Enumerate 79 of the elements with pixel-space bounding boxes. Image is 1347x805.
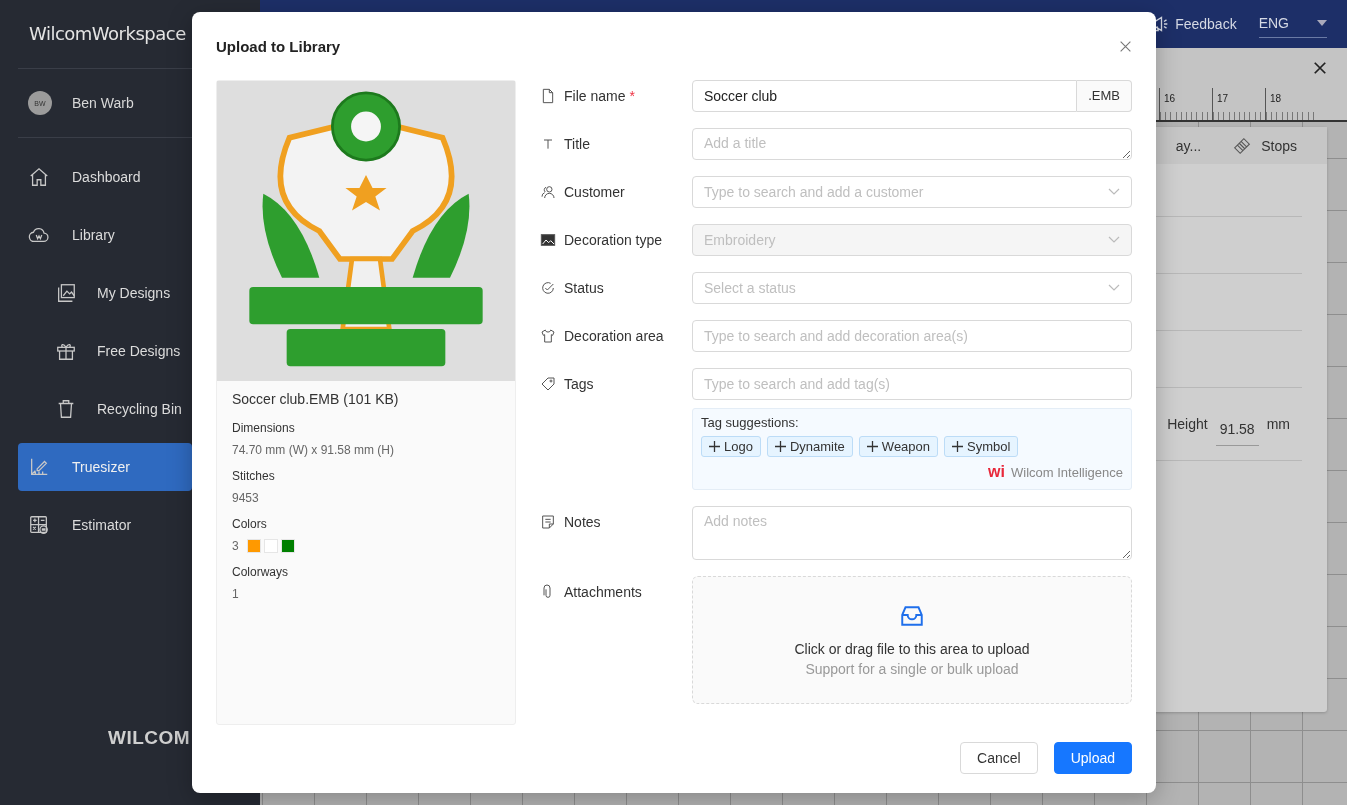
field-label: Notes — [564, 514, 601, 530]
text-area[interactable]: Add notes — [692, 506, 1132, 560]
detail-value: 3 — [232, 539, 239, 553]
tag-chip[interactable]: Logo — [701, 436, 761, 457]
check-circle-icon — [540, 280, 556, 296]
inbox-icon — [899, 603, 925, 629]
tag-chip[interactable]: Dynamite — [766, 436, 853, 457]
select-field[interactable]: Type to search and add a customer — [692, 176, 1132, 208]
required-mark: * — [629, 88, 635, 104]
nav-item[interactable]: Dashboard — [18, 153, 192, 201]
upload-dropzone[interactable]: Click or drag file to this area to upload Support for a single or bulk upload — [692, 576, 1132, 704]
suggestions-label: Tag suggestions: — [701, 415, 800, 430]
logo-text: wi — [988, 463, 1005, 481]
plus-icon — [774, 441, 786, 452]
nav-item[interactable]: Estimator — [18, 501, 192, 549]
file-extension-label: .EMB — [1077, 80, 1132, 112]
chevron-icon — [1108, 188, 1120, 196]
detail-value: 1 — [232, 587, 239, 601]
detail-value: 74.70 mm (W) x 91.58 mm (H) — [232, 443, 395, 457]
credit-text: Wilcom Intelligence — [1011, 464, 1123, 480]
chevron-icon — [1108, 284, 1120, 292]
select-field[interactable]: Select a status — [692, 272, 1132, 304]
upload-text: Click or drag file to this area to upload — [794, 641, 1030, 657]
ruler-pencil-icon — [28, 456, 50, 478]
file-name: Soccer club.EMB (101 KB) — [232, 391, 400, 407]
dialog-button[interactable]: Cancel — [960, 742, 1038, 774]
nav-item[interactable]: Free Designs — [18, 327, 192, 375]
language-select[interactable]: ENG — [1258, 10, 1327, 38]
close-icon[interactable] — [1313, 61, 1327, 75]
input-field[interactable]: Type to search and add decoration area(s) — [692, 320, 1132, 352]
field-label: Tags — [564, 376, 594, 392]
tag-chip[interactable]: Symbol — [944, 436, 1019, 457]
field-label: Decoration type — [564, 232, 663, 248]
image-icon — [540, 232, 556, 248]
field-label: Decoration area — [564, 328, 664, 344]
height-label: Height — [1167, 416, 1208, 432]
detail-label: Dimensions — [232, 421, 296, 435]
file-icon — [540, 88, 556, 104]
detail-label: Stitches — [232, 469, 276, 483]
calculator-icon — [28, 514, 50, 536]
tag-chip[interactable]: Weapon — [858, 436, 939, 457]
detail-label: Colors — [232, 517, 268, 531]
nav-item[interactable]: My Designs — [18, 269, 192, 317]
nav-item[interactable]: Library — [18, 211, 192, 259]
field-label: Title — [564, 136, 590, 152]
shirt-icon — [540, 328, 556, 344]
panel-tab[interactable]: ay... — [1175, 137, 1202, 154]
footer-logo: WILCOM — [107, 727, 192, 749]
chevron-icon — [1108, 236, 1120, 244]
nav-item[interactable]: Truesizer — [18, 443, 192, 491]
ruler-label: 18 — [1269, 92, 1282, 104]
notes-icon — [540, 514, 556, 530]
field-label: Attachments — [564, 584, 642, 600]
nav-item[interactable]: Recycling Bin — [18, 385, 192, 433]
dialog-button[interactable]: Upload — [1053, 742, 1132, 774]
detail-value: 9453 — [232, 491, 259, 505]
upload-hint: Support for a single or bulk upload — [805, 661, 1019, 677]
plus-icon — [952, 441, 964, 452]
close-icon[interactable] — [1119, 39, 1132, 53]
field-label: Status — [564, 280, 604, 296]
ruler-label: 17 — [1216, 92, 1229, 104]
home-icon — [28, 166, 50, 188]
input-field[interactable]: Soccer club — [692, 80, 1078, 112]
user-name: Ben Warb — [72, 95, 134, 111]
images-icon — [55, 282, 77, 304]
field-label: Customer — [564, 184, 625, 200]
plus-icon — [866, 441, 878, 452]
height-value[interactable]: 91.58 — [1215, 420, 1259, 446]
panel-tab[interactable]: Stops — [1231, 134, 1297, 157]
tag-icon — [540, 376, 556, 392]
detail-label: Colorways — [232, 565, 289, 579]
field-label: File name — [564, 88, 626, 104]
caret-icon — [1317, 19, 1327, 26]
plus-icon — [709, 441, 720, 452]
unit-label: mm — [1266, 416, 1290, 432]
people-icon — [540, 184, 556, 200]
ruler-label: 16 — [1163, 92, 1176, 104]
text-area[interactable]: Add a title — [692, 128, 1132, 160]
input-field[interactable]: Type to search and add tag(s) — [692, 368, 1132, 400]
